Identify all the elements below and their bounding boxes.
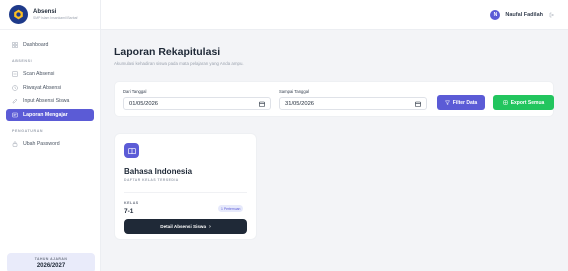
class-value: 7-1 [124, 208, 134, 215]
subject-title: Bahasa Indonesia [124, 167, 193, 176]
user-name[interactable]: Naufal Fadilah [505, 12, 543, 18]
detail-attendance-button[interactable]: Detail Absensi Siswa › [124, 219, 247, 234]
sidebar-item-scan-absensi[interactable]: Scan Absensi [6, 68, 94, 80]
filter-data-button[interactable]: Filter Data [437, 95, 485, 110]
report-icon [12, 112, 18, 118]
user-menu[interactable]: N Naufal Fadilah [490, 10, 555, 20]
sidebar-item-label: Dashboard [23, 42, 49, 48]
sidebar-item-label: Riwayat Absensi [23, 84, 62, 91]
sidebar-item-ubah-password[interactable]: Ubah Password [6, 138, 94, 150]
filter-card: Dari Tanggal 01/05/2026 Sampai Tanggal 3… [114, 81, 554, 117]
brand-subtitle: SMP Islam Insankamil Barbaf [33, 15, 78, 20]
sidebar-item-label: Scan Absensi [23, 71, 55, 77]
sidebar-item-input-absensi[interactable]: Input Absensi Siswa [6, 95, 94, 107]
export-all-button[interactable]: Export Semua [493, 95, 554, 110]
academic-year-box: TAHUN AJARAN 2026/2027 [7, 253, 95, 271]
subject-subtitle: DAFTAR KELAS TERSEDIA [124, 178, 179, 182]
section-absensi: ABSENSI [12, 59, 33, 63]
logout-icon[interactable] [549, 12, 555, 18]
brand-name: Absensi [33, 9, 57, 16]
sidebar-item-label: Ubah Password [23, 140, 60, 147]
main-content: Laporan Rekapitulasi Akumulasi kehadiran… [114, 30, 554, 240]
sidebar-nav: Dashboard ABSENSI Scan Absensi Riwayat A… [0, 30, 100, 150]
sidebar-item-label: Input Absensi Siswa [23, 98, 70, 104]
divider [124, 192, 247, 193]
school-logo-icon [9, 5, 28, 24]
page-title: Laporan Rekapitulasi [114, 46, 221, 58]
pencil-icon [12, 98, 18, 104]
qr-scan-icon [12, 71, 18, 77]
detail-attendance-label: Detail Absensi Siswa [160, 224, 207, 229]
grid-icon [12, 42, 18, 48]
clock-icon [12, 84, 18, 91]
export-all-label: Export Semua [510, 99, 545, 106]
sidebar-item-laporan-mengajar[interactable]: Laporan Mengajar [6, 108, 94, 121]
sidebar-item-riwayat-absensi[interactable]: Riwayat Absensi [6, 82, 94, 94]
book-icon [124, 143, 139, 158]
academic-year-label: TAHUN AJARAN [34, 257, 68, 261]
brand[interactable]: Absensi SMP Islam Insankamil Barbaf [0, 0, 100, 30]
to-date-label: Sampai Tanggal [279, 89, 309, 94]
from-date-label: Dari Tanggal [123, 89, 147, 94]
filter-icon [444, 100, 450, 105]
sidebar: Absensi SMP Islam Insankamil Barbaf Dash… [0, 0, 101, 271]
subject-card: Bahasa Indonesia DAFTAR KELAS TERSEDIA K… [114, 133, 257, 240]
spreadsheet-icon [503, 100, 508, 105]
chevron-right-icon: › [209, 223, 211, 230]
to-date-input[interactable]: 31/05/2026 [279, 97, 427, 110]
from-date-value: 01/05/2026 [129, 100, 159, 107]
calendar-icon[interactable] [415, 101, 421, 107]
to-date-value: 31/05/2026 [285, 100, 315, 107]
from-date-input[interactable]: 01/05/2026 [123, 97, 271, 110]
lock-icon [12, 141, 18, 147]
section-pengaturan: PENGATURAN [12, 128, 44, 133]
sidebar-item-dashboard[interactable]: Dashboard [6, 39, 94, 51]
class-label: KELAS [124, 201, 139, 205]
filter-data-label: Filter Data [452, 99, 478, 106]
academic-year-value: 2026/2027 [36, 262, 66, 269]
meeting-count-badge: 1 Pertemuan [218, 205, 244, 212]
avatar[interactable]: N [490, 10, 501, 20]
page-subtitle: Akumulasi kehadiran siswa pada mata pela… [114, 61, 244, 66]
sidebar-item-label: Laporan Mengajar [23, 111, 68, 118]
calendar-icon[interactable] [259, 101, 265, 107]
topbar: N Naufal Fadilah [101, 0, 568, 30]
